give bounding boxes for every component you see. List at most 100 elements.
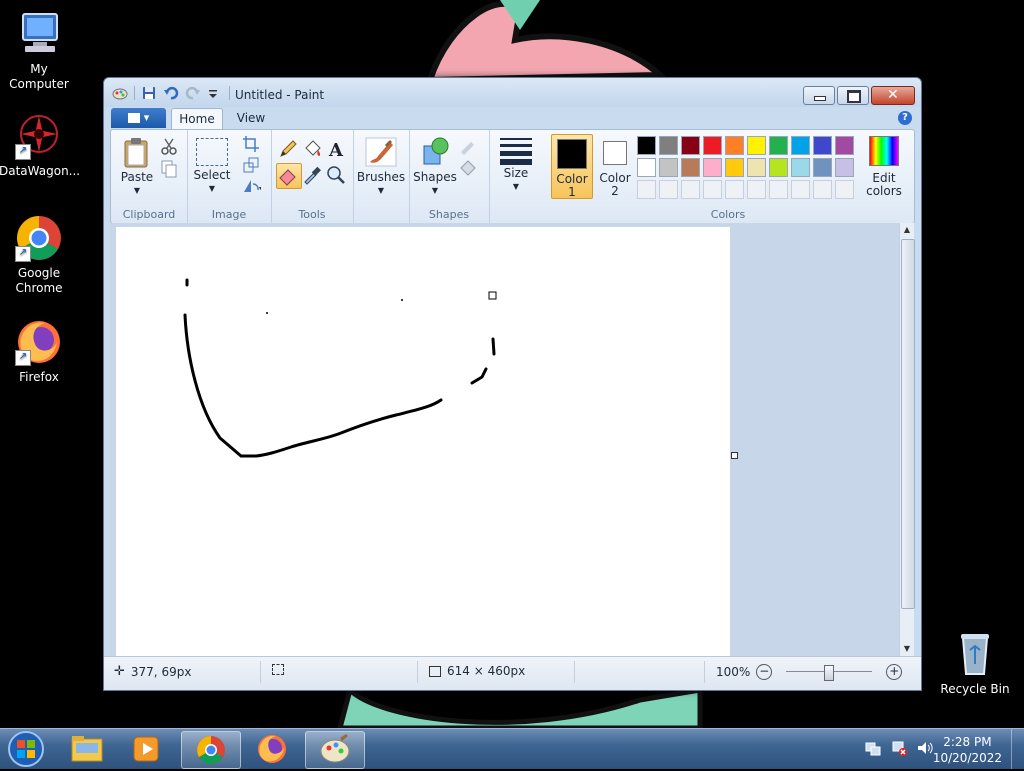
zoom-slider[interactable]: [786, 665, 873, 681]
start-button[interactable]: [6, 730, 46, 768]
desktop-icon-label: My Computer: [9, 62, 69, 91]
palette-swatch[interactable]: [681, 180, 700, 199]
crop-icon[interactable]: [241, 134, 261, 154]
group-label: Shapes: [428, 208, 470, 221]
minimize-button[interactable]: [803, 86, 835, 105]
color1-label-b: 1: [568, 185, 576, 199]
palette-swatch[interactable]: [725, 180, 744, 199]
network-error-icon[interactable]: [890, 739, 908, 757]
palette-swatch[interactable]: [703, 180, 722, 199]
taskbar-paint[interactable]: [305, 731, 365, 769]
customize-toolbar-icon[interactable]: [207, 85, 223, 101]
tab-view[interactable]: View: [228, 108, 274, 129]
eraser-tool[interactable]: [276, 163, 302, 189]
palette-swatch[interactable]: [769, 180, 788, 199]
palette-swatch[interactable]: [659, 180, 678, 199]
palette-swatch[interactable]: [835, 180, 854, 199]
copy-icon[interactable]: [159, 158, 179, 178]
taskbar-firefox[interactable]: [243, 731, 301, 767]
palette-swatch[interactable]: [813, 180, 832, 199]
color-picker-tool[interactable]: [301, 164, 323, 186]
palette-swatch[interactable]: [681, 136, 700, 155]
palette-swatch[interactable]: [725, 158, 744, 177]
palette-swatch[interactable]: [791, 158, 810, 177]
palette-swatch[interactable]: [813, 158, 832, 177]
color2-swatch: [603, 141, 627, 165]
status-bar: ✛ 377, 69px 614 × 460px 100% − +: [104, 656, 921, 690]
rotate-icon[interactable]: [241, 176, 261, 196]
scroll-down-icon[interactable]: ▼: [900, 642, 914, 656]
palette-swatch[interactable]: [791, 136, 810, 155]
close-button[interactable]: ✕: [871, 86, 915, 105]
scroll-thumb[interactable]: [901, 239, 915, 609]
palette-swatch[interactable]: [659, 158, 678, 177]
palette-swatch[interactable]: [747, 158, 766, 177]
desktop-icon-datawagon[interactable]: ↗ DataWagon...: [0, 112, 80, 179]
palette-swatch[interactable]: [769, 136, 788, 155]
ribbon-tabs: ▾ Home View ?: [104, 107, 921, 130]
palette-swatch[interactable]: [659, 136, 678, 155]
drawing-canvas[interactable]: [116, 227, 730, 656]
scroll-up-icon[interactable]: ▲: [900, 223, 914, 237]
clock[interactable]: 2:28 PM 10/20/2022: [933, 734, 1002, 766]
maximize-button[interactable]: [837, 86, 869, 105]
desktop-icon-recycle-bin[interactable]: Recycle Bin: [935, 630, 1015, 697]
color1-button[interactable]: Color 1: [551, 134, 593, 199]
paint-app-icon[interactable]: [112, 85, 128, 101]
edit-colors-label-b: colors: [866, 184, 902, 198]
show-desktop-button[interactable]: [1011, 729, 1024, 769]
taskbar-explorer[interactable]: [58, 731, 116, 767]
palette-swatch[interactable]: [747, 180, 766, 199]
desktop-icon-my-computer[interactable]: My Computer: [0, 10, 79, 92]
title-bar[interactable]: Untitled - Paint ✕: [104, 78, 921, 107]
magnifier-tool[interactable]: [325, 164, 347, 186]
minimize-icon: [814, 96, 826, 101]
taskbar-chrome[interactable]: [181, 731, 241, 769]
clock-time: 2:28 PM: [943, 735, 992, 749]
palette-swatch[interactable]: [703, 158, 722, 177]
select-button[interactable]: Select ▼: [191, 136, 233, 195]
vertical-scrollbar[interactable]: ▲ ▼: [899, 223, 915, 656]
palette-swatch[interactable]: [681, 158, 700, 177]
palette-swatch[interactable]: [813, 136, 832, 155]
zoom-in-button[interactable]: +: [886, 664, 903, 680]
fill-tool[interactable]: [301, 138, 323, 160]
palette-swatch[interactable]: [637, 158, 656, 177]
palette-swatch[interactable]: [835, 136, 854, 155]
canvas-resize-handle[interactable]: [731, 452, 738, 459]
save-icon[interactable]: [141, 85, 157, 101]
help-icon[interactable]: ?: [898, 111, 912, 125]
zoom-slider-thumb[interactable]: [824, 665, 835, 681]
palette-swatch[interactable]: [637, 180, 656, 199]
taskbar-media-player[interactable]: [118, 731, 176, 767]
shapes-button[interactable]: Shapes ▼: [413, 136, 457, 197]
palette-swatch[interactable]: [747, 136, 766, 155]
color2-button[interactable]: Color 2: [595, 134, 635, 198]
undo-icon[interactable]: [163, 85, 179, 101]
redo-icon[interactable]: [185, 85, 201, 101]
palette-swatch[interactable]: [725, 136, 744, 155]
palette-swatch[interactable]: [703, 136, 722, 155]
palette-swatch[interactable]: [791, 180, 810, 199]
edit-colors-button[interactable]: Edit colors: [862, 136, 906, 198]
desktop-icon-google-chrome[interactable]: ↗ Google Chrome: [0, 214, 79, 296]
desktop-icon-firefox[interactable]: ↗ Firefox: [0, 318, 79, 385]
resize-icon[interactable]: [241, 155, 261, 175]
select-label: Select: [193, 168, 231, 182]
outline-icon[interactable]: [457, 136, 477, 156]
action-center-icon[interactable]: [864, 739, 882, 757]
brushes-button[interactable]: Brushes ▼: [355, 136, 407, 197]
fill-icon[interactable]: [457, 158, 477, 178]
zoom-out-button[interactable]: −: [756, 664, 773, 680]
volume-icon[interactable]: [916, 739, 934, 757]
cut-icon[interactable]: [159, 136, 179, 156]
paste-button[interactable]: Paste ▼: [117, 136, 157, 197]
text-tool[interactable]: A: [325, 138, 347, 161]
size-button[interactable]: Size ▼: [494, 136, 538, 193]
palette-swatch[interactable]: [637, 136, 656, 155]
tab-home[interactable]: Home: [171, 108, 223, 130]
palette-swatch[interactable]: [769, 158, 788, 177]
paint-menu-button[interactable]: ▾: [111, 108, 166, 128]
palette-swatch[interactable]: [835, 158, 854, 177]
pencil-tool[interactable]: [277, 138, 299, 160]
